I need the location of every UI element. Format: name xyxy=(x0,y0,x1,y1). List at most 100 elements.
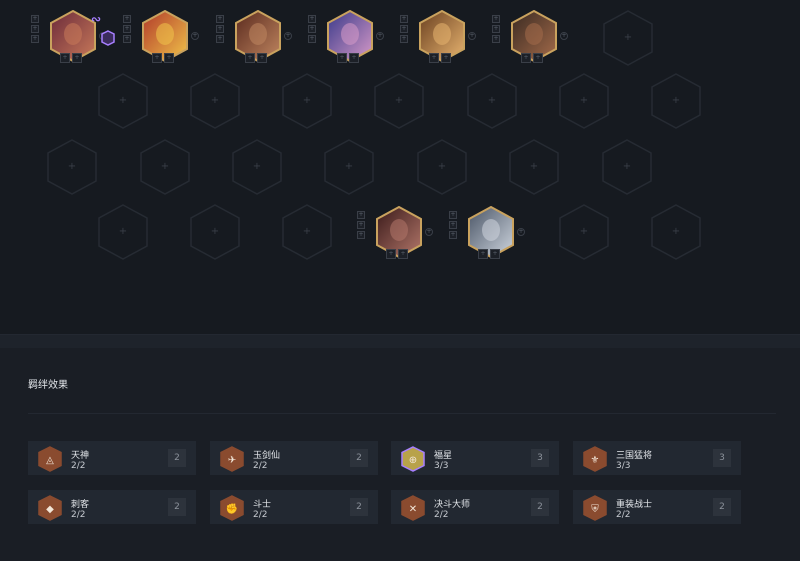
trait-card[interactable]: ✈ 玉剑仙 2/2 2 xyxy=(210,441,378,475)
empty-hex-slot[interactable]: + xyxy=(602,139,652,195)
pin-button[interactable]: + xyxy=(216,15,224,23)
item-slot[interactable]: + xyxy=(72,53,82,63)
item-slots: + + xyxy=(429,53,453,63)
item-slot[interactable]: + xyxy=(337,53,347,63)
pin-button[interactable]: + xyxy=(216,25,224,33)
trait-count: 3/3 xyxy=(434,461,449,471)
item-slot[interactable]: + xyxy=(441,53,451,63)
pin-button[interactable]: + xyxy=(400,15,408,23)
empty-hex-slot[interactable]: + xyxy=(559,204,609,260)
pin-button[interactable]: + xyxy=(308,35,316,43)
empty-hex-slot[interactable]: + xyxy=(603,10,653,66)
trait-name: 福星 xyxy=(434,451,453,461)
item-slot[interactable]: + xyxy=(398,249,408,259)
item-slot[interactable]: + xyxy=(429,53,439,63)
pin-button[interactable]: + xyxy=(31,15,39,23)
empty-hex-slot[interactable]: + xyxy=(324,139,374,195)
empty-hex-slot[interactable]: + xyxy=(98,73,148,129)
empty-hex-slot[interactable]: + xyxy=(140,139,190,195)
pin-button[interactable]: + xyxy=(308,15,316,23)
add-icon: + xyxy=(623,32,633,43)
pin-button[interactable]: + xyxy=(357,211,365,219)
add-icon: + xyxy=(67,161,77,172)
swap-dot-icon[interactable]: + xyxy=(560,32,568,40)
pin-button[interactable]: + xyxy=(449,221,457,229)
item-slot[interactable]: + xyxy=(164,53,174,63)
board: ++++++++++++++++++++++++++∾+++++++++++++… xyxy=(0,0,800,334)
svg-text:✊: ✊ xyxy=(226,503,238,515)
empty-hex-slot[interactable]: + xyxy=(467,73,517,129)
swap-dot-icon[interactable]: + xyxy=(376,32,384,40)
brawler-icon: ✊ xyxy=(220,495,244,525)
item-slot[interactable]: + xyxy=(152,53,162,63)
add-icon: + xyxy=(252,161,262,172)
item-slot[interactable]: + xyxy=(490,249,500,259)
section-divider xyxy=(0,334,800,348)
pin-button[interactable]: + xyxy=(31,35,39,43)
swap-dot-icon[interactable]: + xyxy=(425,228,433,236)
trait-card[interactable]: ⚜ 三国猛将 3/3 3 xyxy=(573,441,741,475)
trait-level-badge: 2 xyxy=(350,449,368,467)
pin-button[interactable]: + xyxy=(308,25,316,33)
item-slot[interactable]: + xyxy=(349,53,359,63)
star-level-pins: + + + xyxy=(492,15,500,45)
empty-hex-slot[interactable]: + xyxy=(417,139,467,195)
empty-hex-slot[interactable]: + xyxy=(190,204,240,260)
trait-card[interactable]: ✊ 斗士 2/2 2 xyxy=(210,490,378,524)
pin-button[interactable]: + xyxy=(123,35,131,43)
pin-button[interactable]: + xyxy=(357,231,365,239)
deity-icon: ◬ xyxy=(38,446,62,476)
pin-button[interactable]: + xyxy=(400,25,408,33)
empty-hex-slot[interactable]: + xyxy=(282,73,332,129)
pin-button[interactable]: + xyxy=(123,25,131,33)
pin-button[interactable]: + xyxy=(216,35,224,43)
add-icon: + xyxy=(622,161,632,172)
trait-card[interactable]: ◬ 天神 2/2 2 xyxy=(28,441,196,475)
star-level-pins: + + + xyxy=(357,211,365,241)
pin-button[interactable]: + xyxy=(357,221,365,229)
trait-card[interactable]: ◆ 刺客 2/2 2 xyxy=(28,490,196,524)
swap-dot-icon[interactable]: + xyxy=(191,32,199,40)
item-slot[interactable]: + xyxy=(478,249,488,259)
item-slot[interactable]: + xyxy=(245,53,255,63)
pin-button[interactable]: + xyxy=(492,15,500,23)
add-icon: + xyxy=(118,95,128,106)
empty-hex-slot[interactable]: + xyxy=(232,139,282,195)
item-slot[interactable]: + xyxy=(533,53,543,63)
empty-hex-slot[interactable]: + xyxy=(651,73,701,129)
item-slot[interactable]: + xyxy=(257,53,267,63)
item-slot[interactable]: + xyxy=(60,53,70,63)
link-icon: ∾ xyxy=(90,12,102,26)
trait-card[interactable]: ⊕ 福星 3/3 3 xyxy=(391,441,559,475)
empty-hex-slot[interactable]: + xyxy=(559,73,609,129)
empty-hex-slot[interactable]: + xyxy=(374,73,424,129)
empty-hex-slot[interactable]: + xyxy=(190,73,240,129)
empty-hex-slot[interactable]: + xyxy=(282,204,332,260)
item-slot[interactable]: + xyxy=(521,53,531,63)
trait-name: 天神 xyxy=(71,451,90,461)
swap-dot-icon[interactable]: + xyxy=(468,32,476,40)
pin-button[interactable]: + xyxy=(31,25,39,33)
trait-card[interactable]: ✕ 决斗大师 2/2 2 xyxy=(391,490,559,524)
empty-hex-slot[interactable]: + xyxy=(47,139,97,195)
svg-text:◆: ◆ xyxy=(46,504,54,515)
swap-dot-icon[interactable]: + xyxy=(284,32,292,40)
trait-level-badge: 2 xyxy=(531,498,549,516)
empty-hex-slot[interactable]: + xyxy=(509,139,559,195)
pin-button[interactable]: + xyxy=(123,15,131,23)
pin-button[interactable]: + xyxy=(400,35,408,43)
star-level-pins: + + + xyxy=(123,15,131,45)
swap-dot-icon[interactable]: + xyxy=(517,228,525,236)
trait-level-badge: 2 xyxy=(713,498,731,516)
star-level-pins: + + + xyxy=(216,15,224,45)
star-level-pins: + + + xyxy=(449,211,457,241)
trait-card[interactable]: ⛨ 重装战士 2/2 2 xyxy=(573,490,741,524)
pin-button[interactable]: + xyxy=(492,25,500,33)
add-icon: + xyxy=(529,161,539,172)
empty-hex-slot[interactable]: + xyxy=(651,204,701,260)
pin-button[interactable]: + xyxy=(449,211,457,219)
pin-button[interactable]: + xyxy=(449,231,457,239)
item-slot[interactable]: + xyxy=(386,249,396,259)
empty-hex-slot[interactable]: + xyxy=(98,204,148,260)
pin-button[interactable]: + xyxy=(492,35,500,43)
